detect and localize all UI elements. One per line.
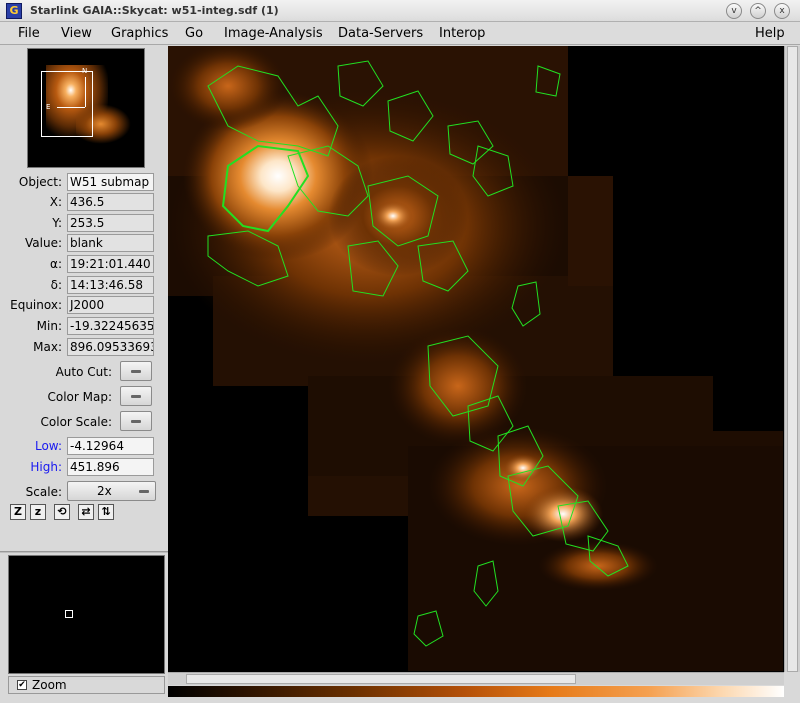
horizontal-scrollbar[interactable] — [168, 672, 784, 685]
menu-data-servers[interactable]: Data-Servers — [338, 26, 423, 41]
x-row: X: 436.5 — [0, 192, 168, 212]
y-field: 253.5 — [67, 214, 154, 232]
menu-file[interactable]: File — [18, 26, 40, 41]
zoom-out-icon[interactable]: z — [30, 504, 46, 520]
blank-region — [613, 176, 784, 366]
value-label: Value: — [25, 236, 62, 250]
gaia-app-icon: G — [6, 3, 22, 19]
menu-image-analysis[interactable]: Image-Analysis — [224, 26, 323, 41]
min-field: -19.32245635 — [67, 317, 154, 335]
delta-row: δ: 14:13:46.58 — [0, 275, 168, 295]
max-row: Max: 896.09533693 — [0, 337, 168, 357]
zoom-checkbox[interactable]: ✔ — [17, 680, 27, 690]
object-row: Object: W51 submap — [0, 172, 168, 192]
x-field: 436.5 — [67, 193, 154, 211]
window-title: Starlink GAIA::Skycat: w51-integ.sdf (1) — [30, 4, 279, 17]
low-label[interactable]: Low: — [35, 439, 62, 453]
alpha-row: α: 19:21:01.440 — [0, 254, 168, 274]
auto-cut-menu-button[interactable] — [120, 361, 152, 381]
equinox-label: Equinox: — [10, 298, 62, 312]
max-label: Max: — [33, 340, 62, 354]
panner-view[interactable]: N E — [27, 48, 145, 168]
emission-spot — [523, 486, 603, 542]
menu-view[interactable]: View — [61, 26, 92, 41]
vertical-scroll-thumb[interactable] — [787, 46, 798, 672]
low-cut-field[interactable]: -4.12964 — [67, 437, 154, 455]
control-panel: N E Object: W51 submap X: 436.5 Y: 253.5… — [0, 45, 168, 703]
zoom-window — [8, 555, 165, 674]
alpha-field: 19:21:01.440 — [67, 255, 154, 273]
menu-help[interactable]: Help — [755, 26, 785, 41]
flip-y-icon[interactable]: ⇅ — [98, 504, 114, 520]
east-arrow — [57, 107, 85, 108]
panel-divider — [0, 551, 168, 553]
y-label: Y: — [52, 216, 62, 230]
flip-x-icon[interactable]: ⇄ — [78, 504, 94, 520]
color-scale-label: Color Scale: — [40, 415, 112, 429]
east-label: E — [46, 103, 51, 111]
astronomical-image[interactable] — [168, 46, 784, 672]
north-arrow — [85, 77, 86, 107]
delta-field: 14:13:46.58 — [67, 276, 154, 294]
emission-spot — [373, 201, 413, 231]
rotate-icon[interactable]: ⟲ — [54, 504, 70, 520]
y-row: Y: 253.5 — [0, 213, 168, 233]
scale-menu-button[interactable]: 2x — [67, 481, 156, 501]
menu-interop[interactable]: Interop — [439, 26, 485, 41]
object-label: Object: — [18, 175, 62, 189]
menu-graphics[interactable]: Graphics — [111, 26, 168, 41]
vertical-scrollbar[interactable] — [784, 46, 800, 672]
emission-cloud — [538, 541, 658, 591]
zoom-in-icon[interactable]: Z — [10, 504, 26, 520]
scale-label: Scale: — [25, 485, 62, 499]
min-row: Min: -19.32245635 — [0, 316, 168, 336]
image-canvas[interactable] — [168, 46, 784, 672]
map-tile — [568, 176, 613, 286]
north-label: N — [82, 67, 88, 75]
auto-cut-row: Auto Cut: — [0, 361, 168, 383]
high-cut-field[interactable]: 451.896 — [67, 458, 154, 476]
max-field: 896.09533693 — [67, 338, 154, 356]
title-bar: G Starlink GAIA::Skycat: w51-integ.sdf (… — [0, 0, 800, 22]
color-scale-row: Color Scale: — [0, 411, 168, 433]
menu-go[interactable]: Go — [185, 26, 203, 41]
auto-cut-label: Auto Cut: — [55, 365, 112, 379]
zoom-label: Zoom — [32, 678, 67, 692]
object-field: W51 submap — [67, 173, 154, 191]
high-row: High: 451.896 — [0, 457, 168, 477]
menu-bar: File View Graphics Go Image-Analysis Dat… — [0, 22, 800, 45]
equinox-field: J2000 — [67, 296, 154, 314]
low-row: Low: -4.12964 — [0, 436, 168, 456]
maximize-button[interactable]: ^ — [750, 3, 766, 19]
horizontal-scroll-thumb[interactable] — [186, 674, 576, 684]
alpha-label: α: — [50, 257, 62, 271]
minimize-button[interactable]: v — [726, 3, 742, 19]
scale-row: Scale: 2x — [0, 481, 168, 503]
value-field: blank — [67, 234, 154, 252]
color-map-row: Color Map: — [0, 386, 168, 408]
min-label: Min: — [36, 319, 62, 333]
zoom-cursor-box — [65, 610, 73, 618]
high-label[interactable]: High: — [30, 460, 62, 474]
zoom-toggle[interactable]: ✔ Zoom — [8, 676, 165, 694]
equinox-row: Equinox: J2000 — [0, 295, 168, 315]
emission-spot — [503, 454, 543, 482]
colormap-bar[interactable] — [168, 686, 784, 697]
close-button[interactable]: x — [774, 3, 790, 19]
blank-region — [713, 366, 784, 431]
blank-region — [568, 46, 784, 176]
color-scale-menu-button[interactable] — [120, 411, 152, 431]
blank-region — [168, 296, 213, 671]
delta-label: δ: — [50, 278, 62, 292]
x-label: X: — [49, 195, 62, 209]
color-map-menu-button[interactable] — [120, 386, 152, 406]
color-map-label: Color Map: — [47, 390, 112, 404]
blank-region — [213, 386, 308, 671]
value-row: Value: blank — [0, 233, 168, 253]
